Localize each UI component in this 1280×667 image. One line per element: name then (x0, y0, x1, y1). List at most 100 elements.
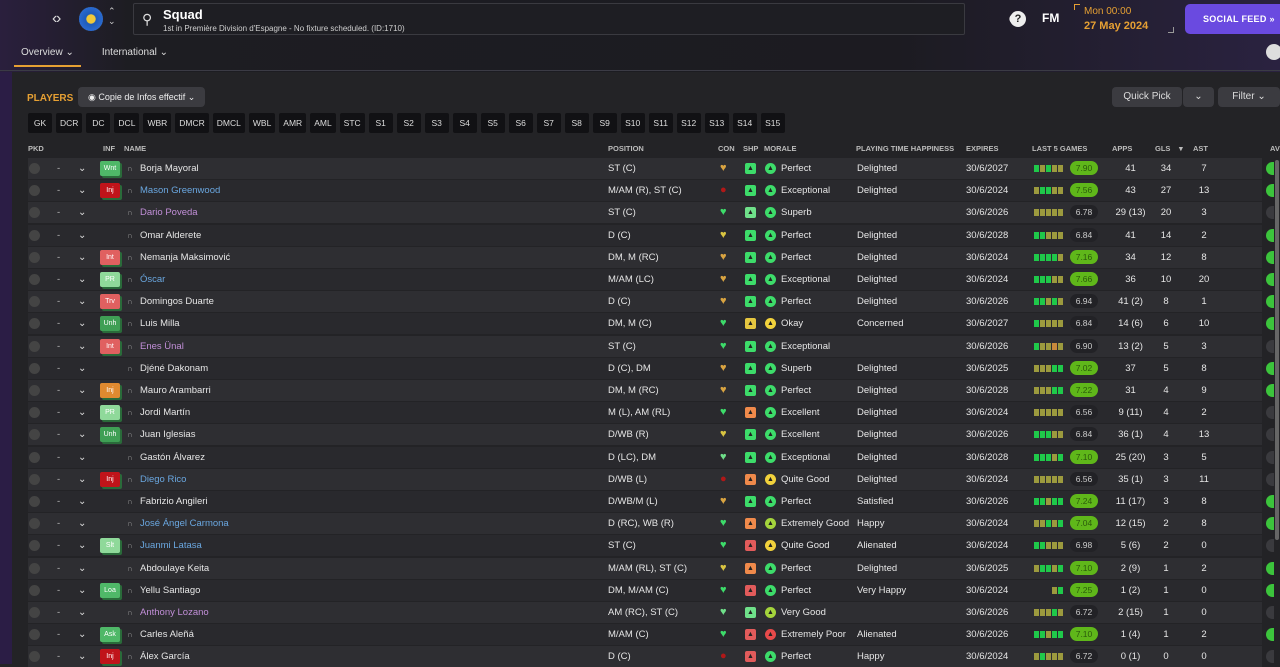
position-filter-stc[interactable]: STC (339, 113, 365, 133)
picked-checkbox[interactable] (29, 451, 40, 463)
table-row[interactable]: - ⌄ Loa ∩ Yellu Santiago DM, M/AM (C) ♥ ▲ ▲ Perfe… (28, 579, 1274, 601)
info-badge[interactable]: Int (100, 249, 120, 265)
row-chevron-down-icon[interactable]: ⌄ (78, 424, 86, 445)
picked-checkbox[interactable] (29, 518, 40, 530)
fm-button[interactable]: FM (1042, 11, 1059, 25)
table-row[interactable]: - ⌄ Trv ∩ Domingos Duarte D (C) ♥ ▲ ▲ Perfect Deli… (28, 291, 1274, 313)
table-row[interactable]: - ⌄ ∩ José Ángel Carmona D (RC), WB (R) ♥ ▲ ▲ Ex… (28, 513, 1274, 535)
picked-checkbox[interactable] (29, 362, 40, 374)
col-name[interactable]: NAME (124, 144, 146, 153)
table-row[interactable]: - ⌄ PR ∩ Óscar M/AM (LC) ♥ ▲ ▲ Exceptional Delight… (28, 269, 1274, 290)
game-date[interactable]: Mon 00:00 27 May 2024 (1084, 6, 1148, 32)
position-filter-s7[interactable]: S7 (536, 113, 561, 133)
row-chevron-down-icon[interactable]: ⌄ (78, 602, 86, 623)
table-row[interactable]: - ⌄ ∩ Abdoulaye Keita M/AM (RL), ST (C) ♥ ▲ ▲ Pe… (28, 557, 1274, 579)
col-expires[interactable]: EXPIRES (966, 144, 999, 153)
table-row[interactable]: - ⌄ Ask ∩ Carles Aleñá M/AM (C) ♥ ▲ ▲ Extremely P… (28, 624, 1274, 646)
table-row[interactable]: - ⌄ Inj ∩ Mason Greenwood M/AM (R), ST (C) ● ▲ ▲… (28, 180, 1274, 202)
position-filter-wbr[interactable]: WBR (143, 113, 172, 133)
col-con[interactable]: CON (718, 144, 735, 153)
player-name[interactable]: Juanmi Latasa (140, 535, 202, 556)
picked-checkbox[interactable] (29, 496, 40, 507)
position-filter-dcl[interactable]: DCL (114, 113, 140, 133)
position-filter-s1[interactable]: S1 (368, 113, 393, 133)
position-filter-gk[interactable]: GK (28, 113, 52, 133)
position-filter-amr[interactable]: AMR (279, 113, 307, 133)
player-name[interactable]: Óscar (140, 269, 165, 290)
info-badge[interactable]: Loa (100, 582, 120, 598)
info-badge[interactable]: Inj (100, 471, 120, 487)
player-name[interactable]: Enes Ünal (140, 336, 184, 357)
position-filter-aml[interactable]: AML (310, 113, 336, 133)
table-row[interactable]: - ⌄ Inj ∩ Diego Rico D/WB (L) ● ▲ ▲ Quite Good Del… (28, 468, 1274, 490)
picked-checkbox[interactable] (29, 318, 40, 330)
info-badge[interactable]: Inj (100, 183, 120, 199)
table-row[interactable]: - ⌄ ∩ Omar Alderete D (C) ♥ ▲ ▲ Perfect Delighted… (28, 224, 1274, 246)
table-row[interactable]: - ⌄ Unh ∩ Luis Milla DM, M (C) ♥ ▲ ▲ Okay Concerne… (28, 313, 1274, 335)
table-row[interactable]: - ⌄ Unh ∩ Juan Iglesias D/WB (R) ♥ ▲ ▲ Excellent D… (28, 424, 1274, 446)
scrollbar[interactable] (1275, 160, 1279, 540)
position-filter-dmcl[interactable]: DMCL (212, 113, 245, 133)
info-badge[interactable]: Trv (100, 294, 120, 310)
table-row[interactable]: - ⌄ Int ∩ Enes Ünal ST (C) ♥ ▲ ▲ Exceptional 30/6/… (28, 335, 1274, 357)
picked-checkbox[interactable] (29, 540, 40, 552)
position-filter-wbl[interactable]: WBL (248, 113, 276, 133)
col-last5[interactable]: LAST 5 GAMES (1032, 144, 1087, 153)
table-row[interactable]: - ⌄ Wnt ∩ Borja Mayoral ST (C) ♥ ▲ ▲ Perfect Delig… (28, 158, 1274, 179)
position-filter-dc[interactable]: DC (86, 113, 111, 133)
tab-international[interactable]: International ⌄ (95, 44, 175, 67)
forward-button[interactable]: › (56, 10, 61, 28)
picked-checkbox[interactable] (29, 296, 40, 308)
filter-button[interactable]: Filter ⌄ (1218, 87, 1280, 107)
row-chevron-down-icon[interactable]: ⌄ (78, 269, 86, 290)
picked-checkbox[interactable] (29, 385, 40, 396)
col-gls[interactable]: GLS (1155, 144, 1170, 153)
position-filter-s9[interactable]: S9 (592, 113, 617, 133)
picked-checkbox[interactable] (29, 207, 40, 219)
club-crest-icon[interactable] (79, 7, 103, 31)
position-filter-s4[interactable]: S4 (452, 113, 477, 133)
row-chevron-down-icon[interactable]: ⌄ (78, 513, 86, 534)
table-row[interactable]: - ⌄ PR ∩ Jordi Martín M (L), AM (RL) ♥ ▲ ▲ Excell… (28, 402, 1274, 424)
tab-overview[interactable]: Overview ⌄ (14, 44, 81, 67)
position-filter-s13[interactable]: S13 (704, 113, 729, 133)
row-chevron-down-icon[interactable]: ⌄ (78, 402, 86, 423)
quick-pick-button[interactable]: Quick Pick (1112, 87, 1182, 107)
row-chevron-down-icon[interactable]: ⌄ (78, 336, 86, 357)
row-chevron-down-icon[interactable]: ⌄ (78, 202, 86, 223)
club-switch-icon[interactable]: ⌃ ⌄ (108, 6, 116, 26)
table-row[interactable]: - ⌄ Slt ∩ Juanmi Latasa ST (C) ♥ ▲ ▲ Quite Good Al… (28, 535, 1274, 557)
position-filter-s2[interactable]: S2 (396, 113, 421, 133)
col-morale[interactable]: MORALE (764, 144, 797, 153)
position-filter-s8[interactable]: S8 (564, 113, 589, 133)
row-chevron-down-icon[interactable]: ⌄ (78, 469, 86, 490)
col-apps[interactable]: APPS (1112, 144, 1132, 153)
picked-checkbox[interactable] (29, 429, 40, 441)
player-name[interactable]: José Ángel Carmona (140, 513, 229, 534)
info-badge[interactable]: Inj (100, 649, 120, 665)
info-badge[interactable]: Int (100, 338, 120, 354)
player-name[interactable]: Juan Iglesias (140, 424, 195, 445)
row-chevron-down-icon[interactable]: ⌄ (78, 291, 86, 312)
player-name[interactable]: Djéné Dakonam (140, 358, 208, 379)
row-chevron-down-icon[interactable]: ⌄ (78, 624, 86, 645)
player-name[interactable]: Yellu Santiago (140, 580, 200, 601)
picked-checkbox[interactable] (29, 651, 40, 663)
info-badge[interactable]: PR (100, 272, 120, 287)
row-chevron-down-icon[interactable]: ⌄ (78, 447, 86, 468)
position-filter-s11[interactable]: S11 (648, 113, 673, 133)
picked-checkbox[interactable] (29, 251, 40, 263)
table-row[interactable]: - ⌄ Int ∩ Nemanja Maksimović DM, M (RC) ♥ ▲ ▲ Per… (28, 246, 1274, 268)
row-chevron-down-icon[interactable]: ⌄ (78, 535, 86, 556)
position-filter-dmcr[interactable]: DMCR (175, 113, 209, 133)
player-name[interactable]: Mason Greenwood (140, 180, 220, 201)
social-feed-button[interactable]: SOCIAL FEED » (1185, 4, 1280, 34)
row-chevron-down-icon[interactable]: ⌄ (78, 247, 86, 268)
picked-checkbox[interactable] (29, 473, 40, 485)
col-pkd[interactable]: PKD (28, 144, 44, 153)
table-row[interactable]: - ⌄ ∩ Fabrizio Angileri D/WB/M (L) ♥ ▲ ▲ Perfect… (28, 491, 1274, 512)
row-chevron-down-icon[interactable]: ⌄ (78, 180, 86, 201)
player-name[interactable]: Anthony Lozano (140, 602, 209, 623)
view-select[interactable]: ◉ Copie de Infos effectif ⌄ (78, 87, 206, 107)
position-filter-s14[interactable]: S14 (732, 113, 757, 133)
